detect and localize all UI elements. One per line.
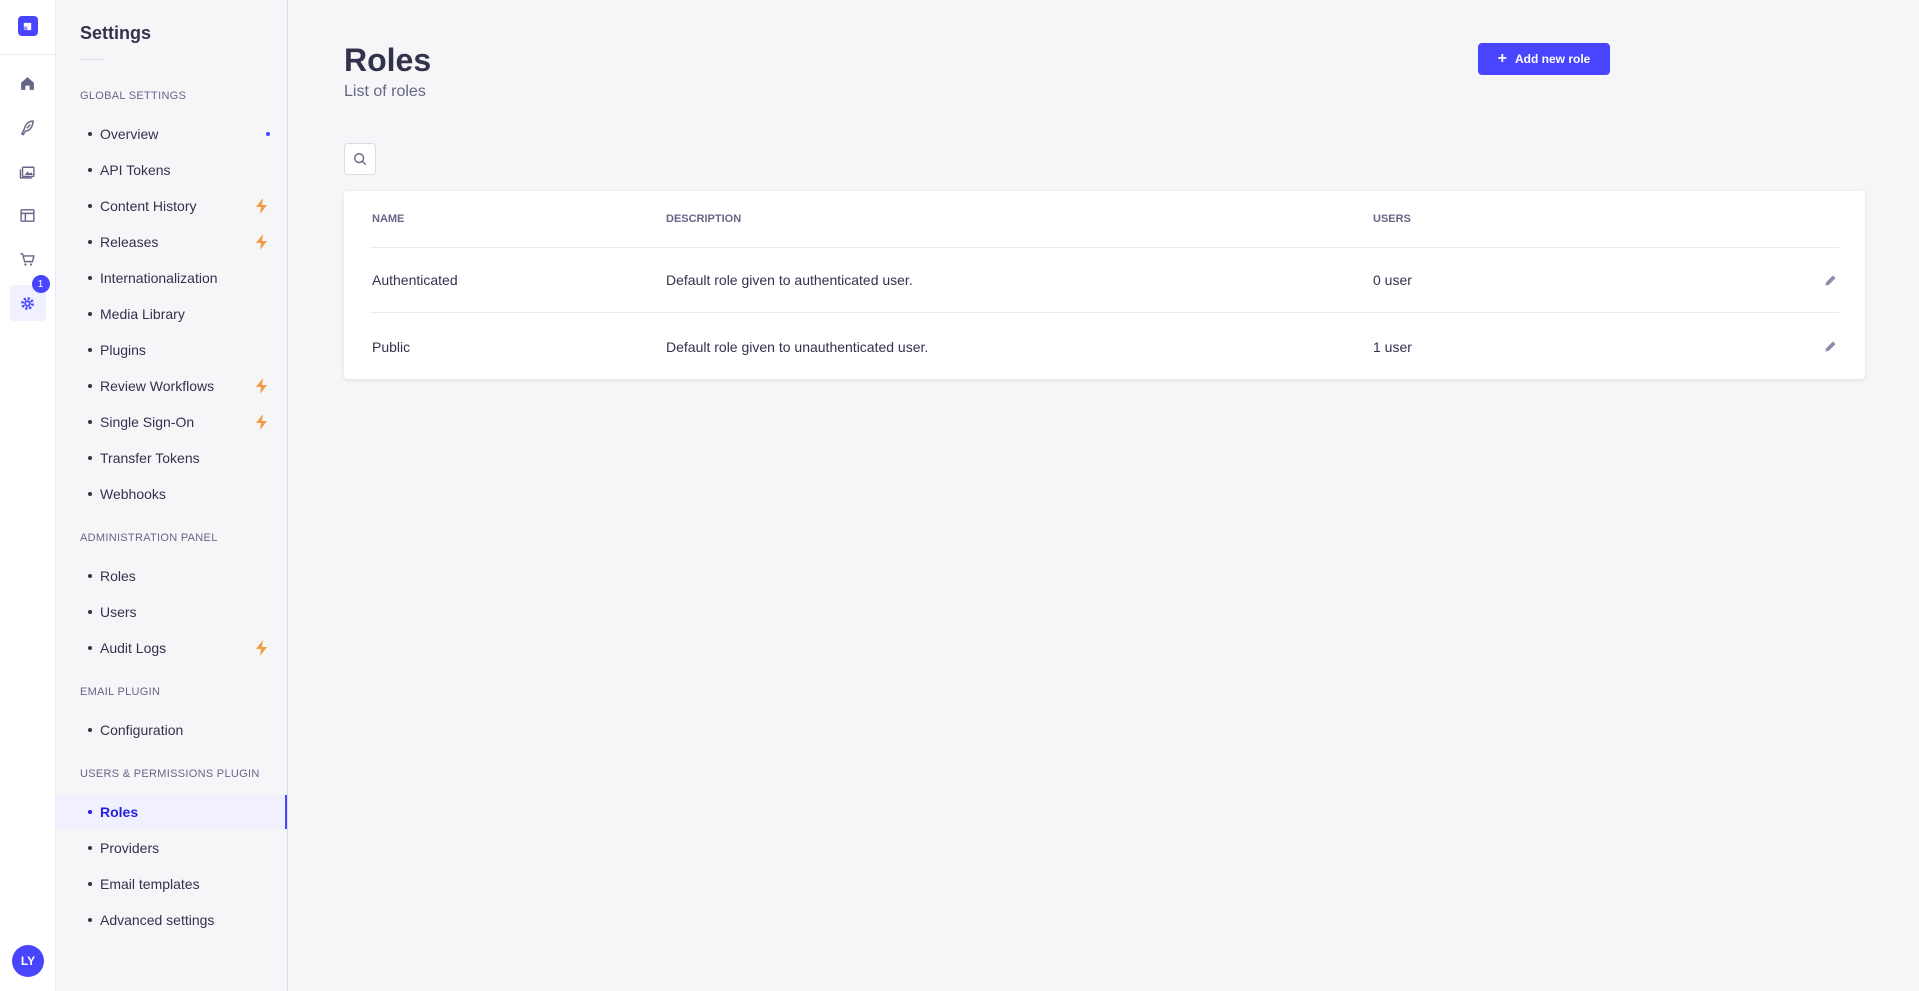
pencil-icon xyxy=(1824,341,1836,352)
settings-subnav: Settings Global Settings Overview API To… xyxy=(56,0,288,991)
bullet-icon xyxy=(88,132,92,136)
feather-icon[interactable] xyxy=(10,109,46,145)
bullet-icon xyxy=(88,348,92,352)
bullet-icon xyxy=(88,918,92,922)
role-name: Public xyxy=(372,338,411,355)
role-name: Authenticated xyxy=(372,272,458,288)
home-icon[interactable] xyxy=(10,65,46,101)
strapi-logo-icon[interactable] xyxy=(17,16,38,36)
column-header-users[interactable]: Users xyxy=(1373,213,1411,225)
role-description: Default role given to unauthenticated us… xyxy=(666,338,929,355)
bullet-icon xyxy=(88,610,92,614)
table-row[interactable]: Authenticated Default role given to auth… xyxy=(370,248,1839,313)
bullet-icon xyxy=(88,168,92,172)
bullet-icon xyxy=(88,646,92,650)
bullet-icon xyxy=(88,728,92,732)
page-title: Roles xyxy=(344,42,432,78)
nav-item-releases[interactable]: Releases xyxy=(56,225,287,259)
bullet-icon xyxy=(88,240,92,244)
page-subtitle: List of roles xyxy=(344,83,426,100)
plus-icon: + xyxy=(1497,50,1507,67)
nav-item-transfer-tokens[interactable]: Transfer Tokens xyxy=(56,441,287,475)
section-label-users-permissions-plugin: Users & Permissions Plugin xyxy=(80,768,260,780)
nav-item-content-history[interactable]: Content History xyxy=(56,189,287,223)
section-label-administration-panel: Administration Panel xyxy=(80,532,218,544)
cart-icon[interactable] xyxy=(10,241,46,277)
table-row[interactable]: Public Default role given to unauthentic… xyxy=(370,314,1839,379)
search-icon xyxy=(354,153,367,166)
nav-item-admin-roles[interactable]: Roles xyxy=(56,559,287,593)
bullet-icon xyxy=(88,276,92,280)
nav-item-api-tokens[interactable]: API Tokens xyxy=(56,153,287,187)
bullet-icon xyxy=(88,846,92,850)
search-button[interactable] xyxy=(344,143,376,175)
nav-item-media-library[interactable]: Media Library xyxy=(56,297,287,331)
column-header-description[interactable]: Description xyxy=(666,213,741,225)
nav-item-email-templates[interactable]: Email templates xyxy=(56,867,287,901)
role-user-count: 0 user xyxy=(1373,272,1412,288)
main-content: Roles List of roles + Add new role Name … xyxy=(288,0,1919,991)
nav-item-review-workflows[interactable]: Review Workflows xyxy=(56,369,287,403)
nav-item-internationalization[interactable]: Internationalization xyxy=(56,261,287,295)
new-indicator-icon xyxy=(266,132,270,136)
rail-icons: 1 xyxy=(9,65,50,329)
edit-role-button[interactable] xyxy=(1822,339,1838,355)
bullet-icon xyxy=(88,810,92,814)
bullet-icon xyxy=(88,492,92,496)
nav-item-advanced-settings[interactable]: Advanced settings xyxy=(56,903,287,937)
layout-icon[interactable] xyxy=(10,197,46,233)
nav-item-configuration[interactable]: Configuration xyxy=(56,713,287,747)
lightning-icon xyxy=(256,234,267,250)
column-header-name[interactable]: Name xyxy=(372,213,404,225)
bullet-icon xyxy=(88,384,92,388)
nav-item-single-sign-on[interactable]: Single Sign-On xyxy=(56,405,287,439)
nav-item-webhooks[interactable]: Webhooks xyxy=(56,477,287,511)
lightning-icon xyxy=(256,198,267,214)
subnav-title-divider xyxy=(80,59,104,60)
table-header: Name Description Users xyxy=(370,191,1839,248)
bullet-icon xyxy=(88,882,92,886)
nav-item-plugins[interactable]: Plugins xyxy=(56,333,287,367)
nav-item-providers[interactable]: Providers xyxy=(56,831,287,865)
nav-item-up-roles[interactable]: Roles xyxy=(56,795,287,829)
lightning-icon xyxy=(256,414,267,430)
bullet-icon xyxy=(88,574,92,578)
images-icon[interactable] xyxy=(10,153,46,189)
pencil-icon xyxy=(1824,274,1836,286)
add-new-role-button[interactable]: + Add new role xyxy=(1478,43,1610,75)
app: 1 LY Settings Global Settings Overview A… xyxy=(0,0,1919,991)
section-label-email-plugin: Email Plugin xyxy=(80,686,161,698)
bullet-icon xyxy=(88,204,92,208)
subnav-title: Settings xyxy=(80,23,152,43)
section-label-global-settings: Global Settings xyxy=(80,90,187,102)
notification-badge: 1 xyxy=(31,275,50,293)
edit-role-button[interactable] xyxy=(1822,272,1838,288)
user-avatar[interactable]: LY xyxy=(12,945,44,977)
lightning-icon xyxy=(256,378,267,394)
main-nav-rail: 1 LY xyxy=(0,0,56,991)
bullet-icon xyxy=(88,312,92,316)
role-description: Default role given to authenticated user… xyxy=(666,272,913,288)
roles-table: Name Description Users Authenticated Def… xyxy=(344,191,1865,379)
nav-item-users[interactable]: Users xyxy=(56,595,287,629)
lightning-icon xyxy=(256,640,267,656)
nav-item-overview[interactable]: Overview xyxy=(56,117,287,151)
nav-item-audit-logs[interactable]: Audit Logs xyxy=(56,631,287,665)
role-user-count: 1 user xyxy=(1373,338,1412,355)
cog-icon[interactable]: 1 xyxy=(9,275,50,321)
bullet-icon xyxy=(88,420,92,424)
rail-divider xyxy=(0,54,56,55)
bullet-icon xyxy=(88,456,92,460)
